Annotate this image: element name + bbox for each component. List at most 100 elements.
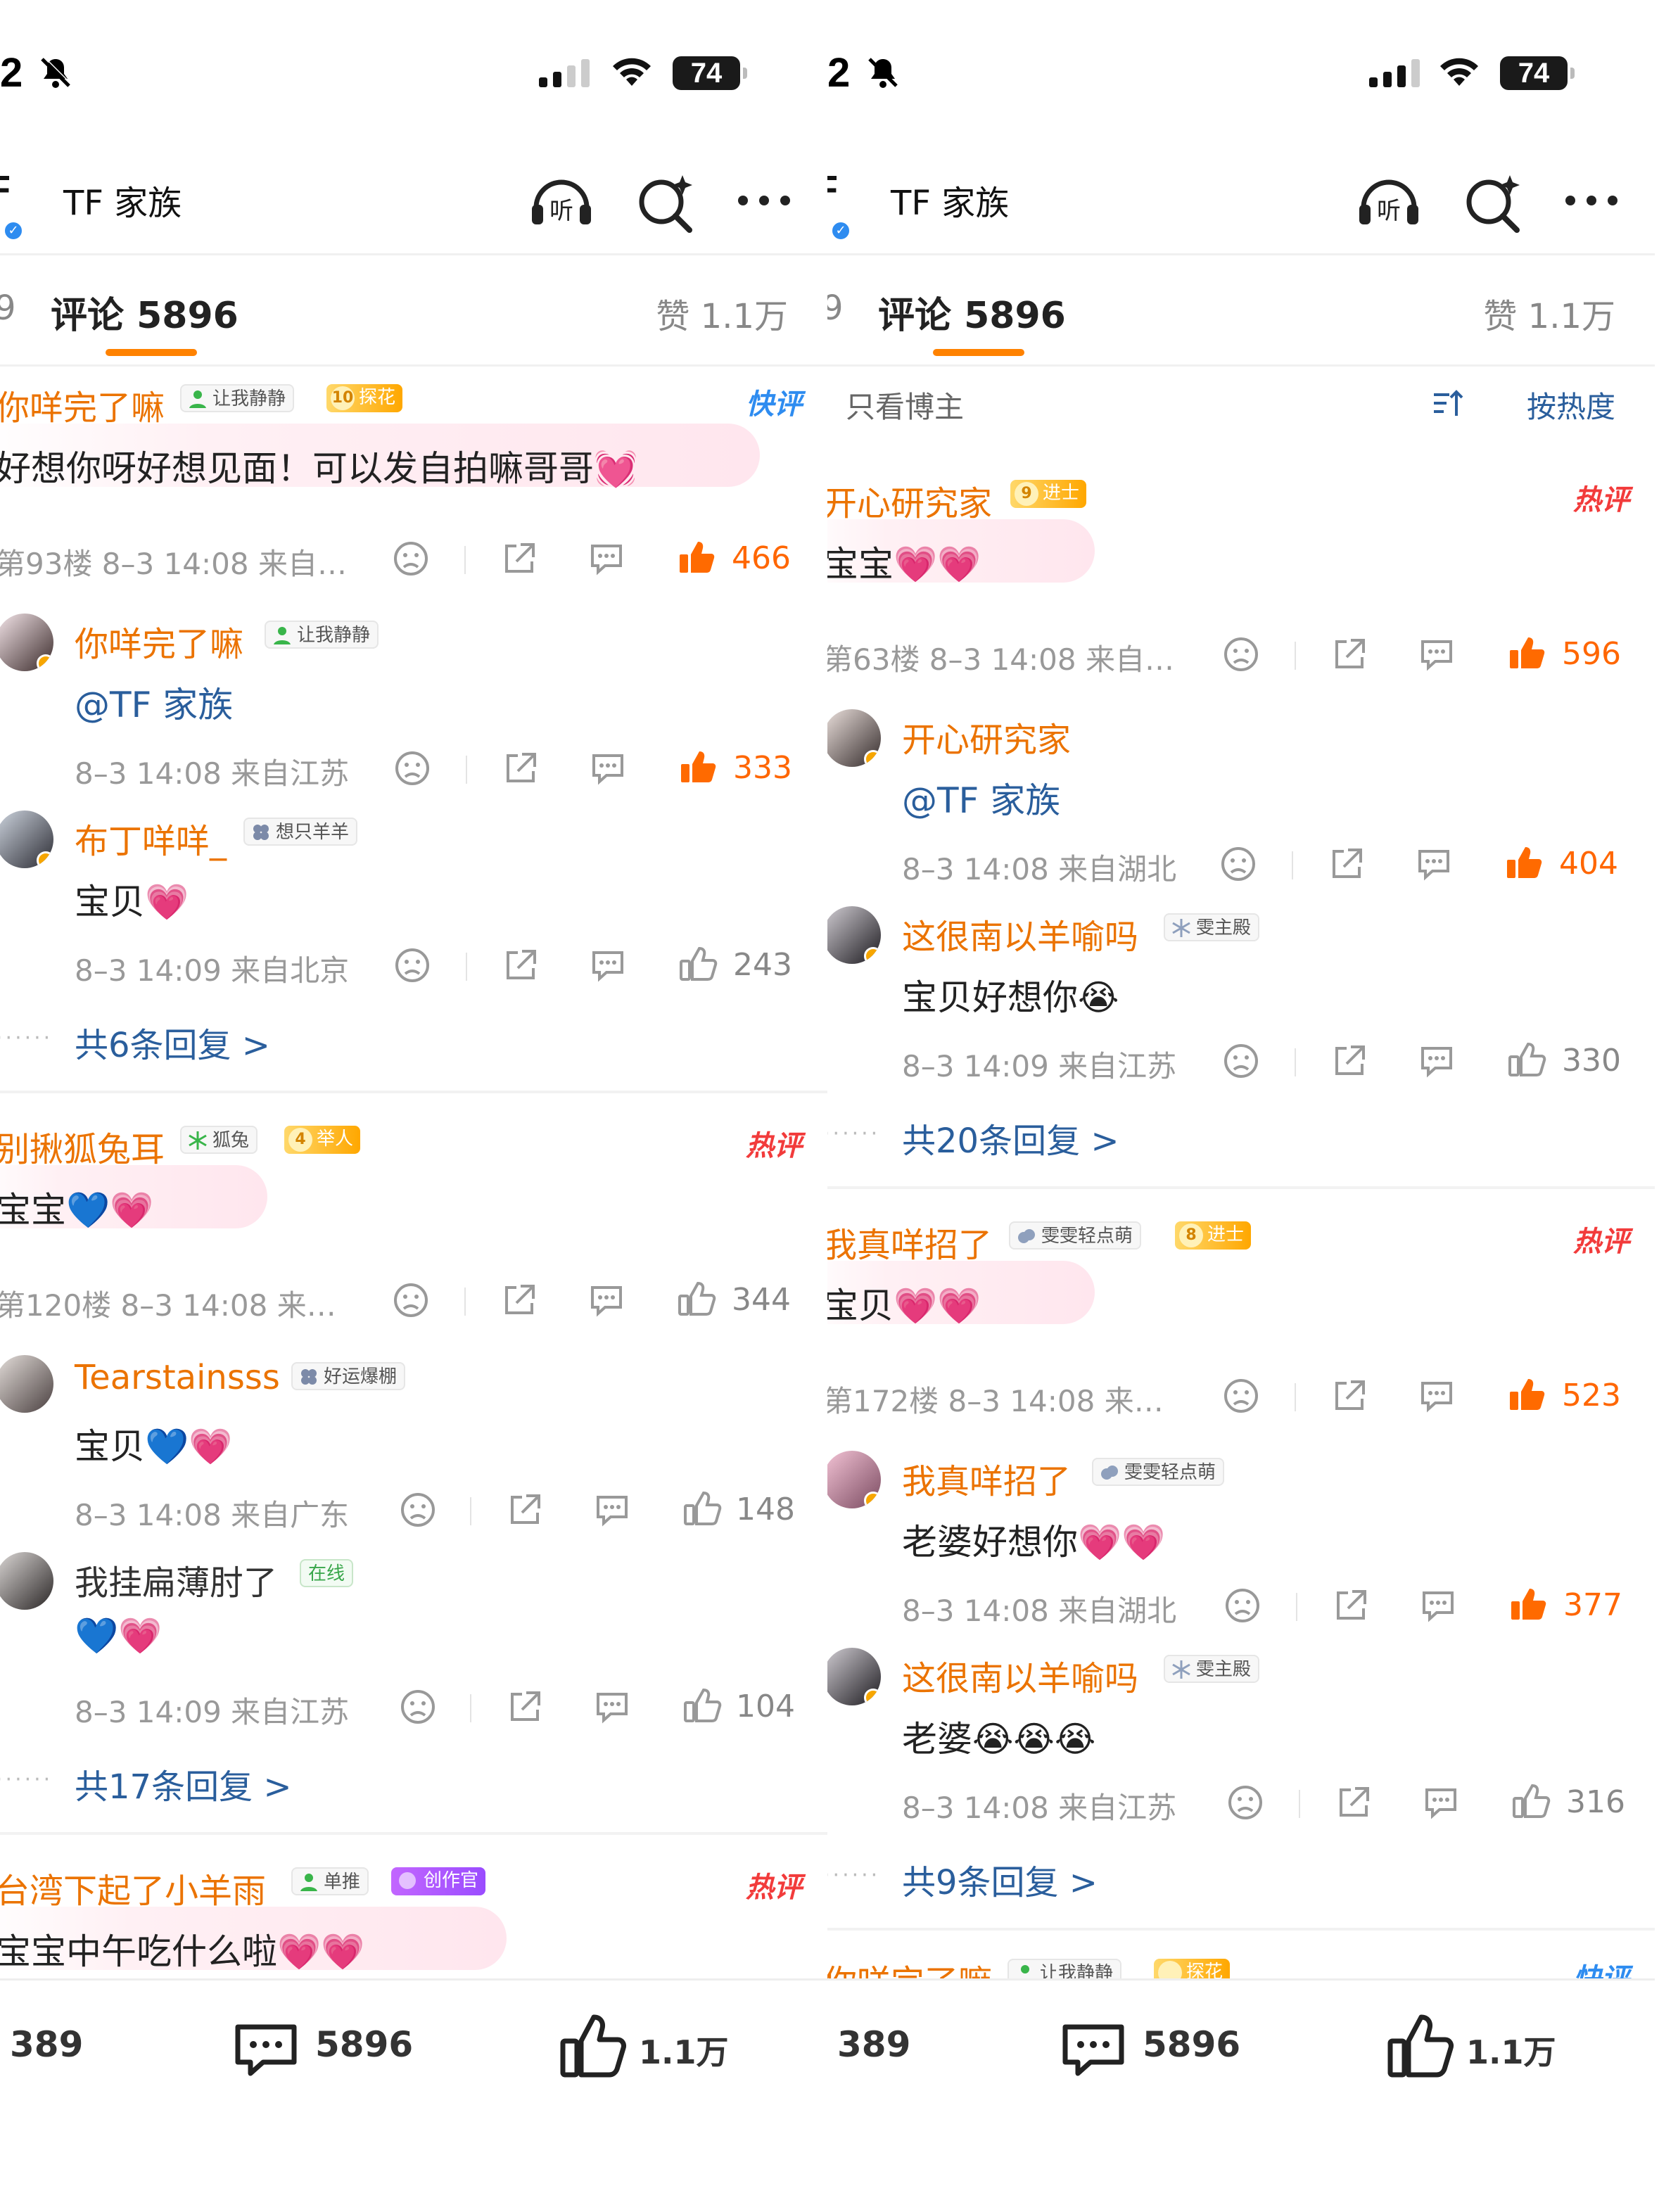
like-count[interactable]: 1.1万 — [1466, 2027, 1556, 2073]
fan-badge[interactable]: 想只羊羊 — [243, 818, 358, 846]
reply-icon[interactable] — [1417, 1376, 1456, 1416]
comment-username[interactable]: 台湾下起了小羊雨 — [0, 1863, 266, 1912]
dislike-icon[interactable] — [398, 1687, 438, 1727]
dislike-icon[interactable] — [393, 749, 432, 788]
dislike-icon[interactable] — [398, 1490, 438, 1530]
account-avatar[interactable]: F ✓ — [827, 168, 867, 241]
share-icon[interactable] — [1330, 1376, 1369, 1416]
like-icon[interactable] — [677, 1279, 716, 1318]
tab-comments[interactable]: 评论 5896 — [51, 286, 239, 338]
view-more-replies[interactable]: 共9条回复 > — [902, 1855, 1098, 1904]
repost-count[interactable]: 389 — [837, 2024, 910, 2065]
reply-avatar[interactable] — [827, 709, 881, 767]
reply-icon[interactable] — [592, 1490, 632, 1530]
share-icon[interactable] — [505, 1687, 545, 1727]
like-icon[interactable] — [682, 1686, 722, 1725]
fan-badge[interactable]: 让我静静 — [265, 621, 379, 649]
reply-icon[interactable] — [587, 1280, 626, 1320]
repost-count[interactable]: 389 — [10, 2024, 83, 2065]
level-badge[interactable]: 9 进士 — [1010, 480, 1087, 508]
fan-badge[interactable]: 好运爆棚 — [291, 1362, 406, 1390]
account-name[interactable]: TF 家族 — [63, 175, 182, 224]
reply-username[interactable]: 我挂扁薄肘了 — [75, 1555, 277, 1604]
reply-username[interactable]: Tearstainsss — [75, 1358, 280, 1397]
reply-text[interactable]: @TF 家族 — [902, 773, 1060, 823]
reply-username[interactable]: 开心研究家 — [902, 712, 1071, 761]
dislike-icon[interactable] — [1223, 1586, 1262, 1625]
share-icon[interactable] — [500, 1280, 539, 1320]
comment-count[interactable]: 5896 — [1143, 2024, 1240, 2065]
search-icon[interactable] — [630, 165, 701, 236]
like-icon[interactable] — [682, 1489, 722, 1528]
reply-avatar[interactable] — [827, 906, 881, 964]
fan-badge[interactable]: 单推 — [291, 1867, 369, 1895]
reply-text[interactable]: @TF 家族 — [75, 677, 233, 727]
sort-by-hot[interactable]: 按热度 — [1527, 383, 1615, 426]
comment-icon[interactable] — [231, 2014, 301, 2087]
fan-badge[interactable]: 雯主殿 — [1164, 913, 1260, 941]
like-icon[interactable] — [678, 944, 718, 984]
more-options-icon[interactable] — [729, 165, 799, 236]
fan-badge[interactable]: 雯雯轻点萌 — [1092, 1458, 1225, 1486]
reply-icon[interactable] — [1417, 635, 1456, 674]
account-name[interactable]: TF 家族 — [891, 175, 1009, 224]
level-badge[interactable]: 4 举人 — [284, 1126, 361, 1154]
share-icon[interactable] — [1330, 635, 1369, 674]
comment-username[interactable]: 你咩完了嘛 — [827, 1954, 992, 1978]
like-icon-active[interactable] — [678, 747, 718, 787]
like-icon-active[interactable] — [677, 538, 716, 577]
fan-badge[interactable]: 雯主殿 — [1164, 1655, 1260, 1683]
dislike-icon[interactable] — [1221, 1376, 1261, 1416]
reply-icon[interactable] — [592, 1687, 632, 1727]
like-icon[interactable] — [1507, 1040, 1546, 1079]
share-icon[interactable] — [1330, 1041, 1369, 1081]
reply-username[interactable]: 这很南以羊喻吗 — [902, 1651, 1138, 1700]
like-icon[interactable] — [557, 2011, 628, 2085]
dislike-icon[interactable] — [391, 1280, 431, 1320]
level-badge[interactable]: 10 探花 — [326, 384, 403, 412]
share-icon[interactable] — [500, 539, 539, 578]
dislike-icon[interactable] — [1219, 844, 1258, 884]
fan-badge[interactable]: 让我静静 — [180, 384, 295, 412]
like-icon[interactable] — [1385, 2011, 1455, 2085]
like-icon-active[interactable] — [1507, 1375, 1546, 1414]
share-icon[interactable] — [1331, 1586, 1371, 1625]
more-options-icon[interactable] — [1556, 165, 1627, 236]
listen-icon[interactable]: 听 — [1354, 165, 1424, 236]
reply-avatar[interactable] — [0, 1355, 53, 1413]
tab-reposts-partial[interactable]: 9 — [0, 288, 16, 328]
comment-count[interactable]: 5896 — [315, 2024, 413, 2065]
only-blogger-filter[interactable]: 只看博主 — [846, 383, 964, 426]
tab-comments[interactable]: 评论 5896 — [878, 286, 1066, 338]
creator-badge[interactable]: 创作官 — [391, 1867, 486, 1895]
share-icon[interactable] — [505, 1490, 545, 1530]
sort-icon[interactable] — [1431, 388, 1463, 423]
share-icon[interactable] — [1334, 1783, 1373, 1822]
dislike-icon[interactable] — [393, 946, 432, 985]
level-badge[interactable]: 8 进士 — [1175, 1221, 1252, 1250]
dislike-icon[interactable] — [1221, 635, 1261, 674]
comment-username[interactable]: 我真咩招了 — [827, 1217, 992, 1266]
reply-icon[interactable] — [587, 539, 626, 578]
reply-username[interactable]: 这很南以羊喻吗 — [902, 909, 1138, 958]
comment-username[interactable]: 开心研究家 — [827, 476, 992, 525]
reply-username[interactable]: 布丁咩咩_ — [75, 813, 227, 863]
reply-icon[interactable] — [588, 946, 628, 985]
dislike-icon[interactable] — [1221, 1041, 1261, 1081]
reply-icon[interactable] — [1414, 844, 1454, 884]
like-icon-active[interactable] — [1508, 1584, 1548, 1624]
account-avatar[interactable]: F ✓ — [0, 168, 39, 241]
reply-icon[interactable] — [1421, 1783, 1461, 1822]
share-icon[interactable] — [501, 749, 540, 788]
reply-icon[interactable] — [1418, 1586, 1458, 1625]
share-icon[interactable] — [1327, 844, 1366, 884]
tab-likes[interactable]: 赞 1.1万 — [656, 288, 788, 338]
reply-icon[interactable] — [588, 749, 628, 788]
search-icon[interactable] — [1458, 165, 1528, 236]
dislike-icon[interactable] — [1226, 1783, 1265, 1822]
level-badge[interactable]: 探花 — [1154, 1959, 1231, 1978]
view-more-replies[interactable]: 共20条回复 > — [902, 1113, 1119, 1162]
view-more-replies[interactable]: 共6条回复 > — [75, 1017, 270, 1067]
dislike-icon[interactable] — [391, 539, 431, 578]
tab-likes[interactable]: 赞 1.1万 — [1483, 288, 1615, 338]
